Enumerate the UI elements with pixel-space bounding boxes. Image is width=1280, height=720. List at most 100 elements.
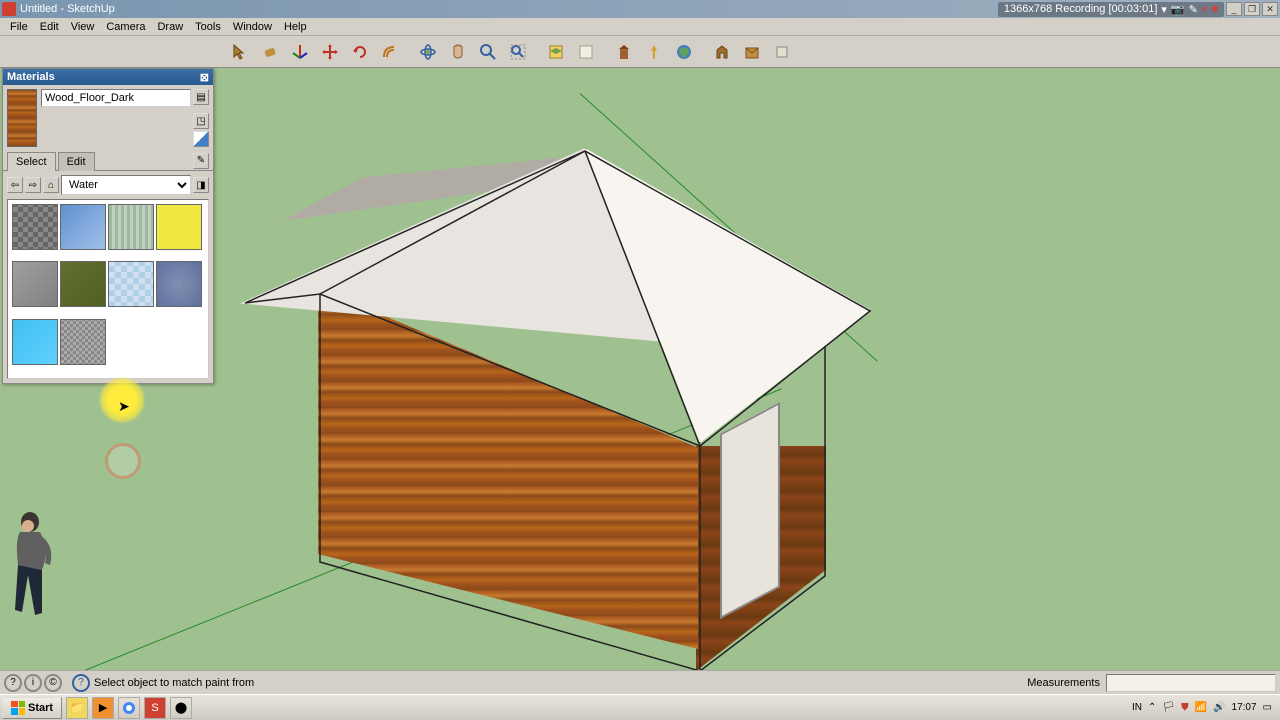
scale-figure — [0, 510, 80, 620]
start-button[interactable]: Start — [2, 697, 62, 719]
start-label: Start — [28, 702, 53, 714]
task-sketchup[interactable]: S — [144, 697, 166, 719]
warehouse-tool[interactable] — [708, 38, 736, 66]
tab-select[interactable]: Select — [7, 152, 56, 171]
preview-3d-tool[interactable] — [670, 38, 698, 66]
system-tray: IN ⌃ 🏳 ⛊ 📶 🔊 17:07 ▭ — [1126, 702, 1278, 713]
library-select[interactable]: Water — [61, 175, 191, 195]
house-door[interactable] — [720, 402, 780, 619]
swatch-water-4[interactable] — [156, 204, 202, 250]
eraser-tool[interactable] — [256, 38, 284, 66]
swatch-water-1[interactable] — [12, 204, 58, 250]
help-icon[interactable]: ? — [72, 674, 90, 692]
offset-tool[interactable] — [376, 38, 404, 66]
material-preview[interactable] — [7, 89, 37, 147]
menu-draw[interactable]: Draw — [151, 19, 189, 35]
tray-flag-icon[interactable]: 🏳 — [1162, 702, 1175, 713]
dropdown-icon[interactable]: ▾ — [1161, 3, 1167, 16]
orbit-tool[interactable] — [414, 38, 442, 66]
swatch-water-9[interactable] — [12, 319, 58, 365]
axes-tool[interactable] — [286, 38, 314, 66]
pencil-icon[interactable]: ✎ — [1189, 3, 1198, 16]
tray-show-desktop[interactable]: ▭ — [1263, 702, 1272, 713]
material-grid — [7, 199, 209, 379]
materials-titlebar[interactable]: Materials ⊠ — [3, 69, 213, 85]
swatch-water-2[interactable] — [60, 204, 106, 250]
pause-icon[interactable]: ⏸ — [1202, 3, 1208, 16]
menu-edit[interactable]: Edit — [34, 19, 65, 35]
recording-text: 1366x768 Recording [00:03:01] — [1004, 3, 1158, 15]
swatch-water-6[interactable] — [60, 261, 106, 307]
menu-camera[interactable]: Camera — [100, 19, 151, 35]
windows-logo-icon — [11, 701, 25, 715]
add-building-tool[interactable] — [610, 38, 638, 66]
swatch-water-3[interactable] — [108, 204, 154, 250]
tray-lang[interactable]: IN — [1132, 702, 1142, 713]
stop-icon[interactable]: ■ — [1211, 3, 1218, 15]
minimize-button[interactable]: _ — [1226, 2, 1242, 16]
menu-view[interactable]: View — [65, 19, 101, 35]
swatch-water-7[interactable] — [108, 261, 154, 307]
material-name-input[interactable] — [41, 89, 191, 107]
menu-file[interactable]: File — [4, 19, 34, 35]
task-explorer[interactable]: 📁 — [66, 697, 88, 719]
measurements-input[interactable] — [1106, 674, 1276, 692]
get-location-tool[interactable] — [542, 38, 570, 66]
swatch-water-8[interactable] — [156, 261, 202, 307]
library-menu-button[interactable]: ◨ — [193, 177, 209, 193]
tray-volume-icon[interactable]: 🔊 — [1213, 702, 1225, 713]
toggle-terrain-tool[interactable] — [572, 38, 600, 66]
titlebar: Untitled - SketchUp 1366x768 Recording [… — [0, 0, 1280, 18]
tray-show-hidden-icon[interactable]: ⌃ — [1148, 702, 1156, 713]
recording-badge[interactable]: 1366x768 Recording [00:03:01] ▾ 📷 ✎ ⏸ ■ — [998, 2, 1224, 17]
taskbar: Start 📁 ▶ S ⬤ IN ⌃ 🏳 ⛊ 📶 🔊 17:07 ▭ — [0, 694, 1280, 720]
menu-window[interactable]: Window — [227, 19, 278, 35]
swatch-water-10[interactable] — [60, 319, 106, 365]
house-wall-left[interactable] — [318, 288, 698, 668]
viewport[interactable]: Materials ⊠ ▤ ◳ Select Edit — [0, 68, 1280, 670]
default-material-button[interactable]: ◳ — [193, 113, 209, 129]
app-icon — [2, 2, 16, 16]
materials-title: Materials — [7, 71, 55, 83]
tray-security-icon[interactable]: ⛊ — [1181, 702, 1189, 713]
click-ring — [105, 443, 141, 479]
rotate-tool[interactable] — [346, 38, 374, 66]
menubar: File Edit View Camera Draw Tools Window … — [0, 18, 1280, 36]
task-chrome[interactable] — [118, 697, 140, 719]
close-button[interactable]: ✕ — [1262, 2, 1278, 16]
tray-network-icon[interactable]: 📶 — [1195, 702, 1207, 713]
menu-help[interactable]: Help — [278, 19, 313, 35]
zoom-tool[interactable] — [474, 38, 502, 66]
tray-clock[interactable]: 17:07 — [1232, 702, 1257, 713]
create-material-button[interactable]: ▤ — [193, 89, 209, 105]
share-tool[interactable] — [738, 38, 766, 66]
nav-forward-button[interactable]: ⇨ — [25, 177, 41, 193]
photo-texture-tool[interactable] — [640, 38, 668, 66]
task-recorder[interactable]: ⬤ — [170, 697, 192, 719]
toolbar — [0, 36, 1280, 68]
tab-edit[interactable]: Edit — [58, 152, 95, 171]
cursor-icon: ➤ — [118, 398, 130, 415]
window-title: Untitled - SketchUp — [20, 3, 115, 15]
menu-tools[interactable]: Tools — [189, 19, 227, 35]
materials-panel: Materials ⊠ ▤ ◳ Select Edit — [2, 68, 214, 384]
status-geo-icon[interactable]: ? — [4, 674, 22, 692]
eyedropper-button[interactable]: ✎ — [193, 153, 209, 169]
swatch-water-5[interactable] — [12, 261, 58, 307]
measurements-label: Measurements — [1027, 677, 1100, 689]
move-tool[interactable] — [316, 38, 344, 66]
select-tool[interactable] — [226, 38, 254, 66]
status-claim-icon[interactable]: © — [44, 674, 62, 692]
maximize-button[interactable]: ❐ — [1244, 2, 1260, 16]
nav-back-button[interactable]: ⇦ — [7, 177, 23, 193]
extension-tool[interactable] — [768, 38, 796, 66]
task-media[interactable]: ▶ — [92, 697, 114, 719]
close-icon[interactable]: ⊠ — [200, 71, 209, 84]
display-pane-button[interactable] — [193, 131, 209, 147]
pan-tool[interactable] — [444, 38, 472, 66]
camera-icon[interactable]: 📷 — [1171, 3, 1185, 16]
status-credits-icon[interactable]: i — [24, 674, 42, 692]
status-hint: Select object to match paint from — [94, 677, 254, 689]
zoom-extents-tool[interactable] — [504, 38, 532, 66]
nav-home-button[interactable]: ⌂ — [43, 177, 59, 193]
